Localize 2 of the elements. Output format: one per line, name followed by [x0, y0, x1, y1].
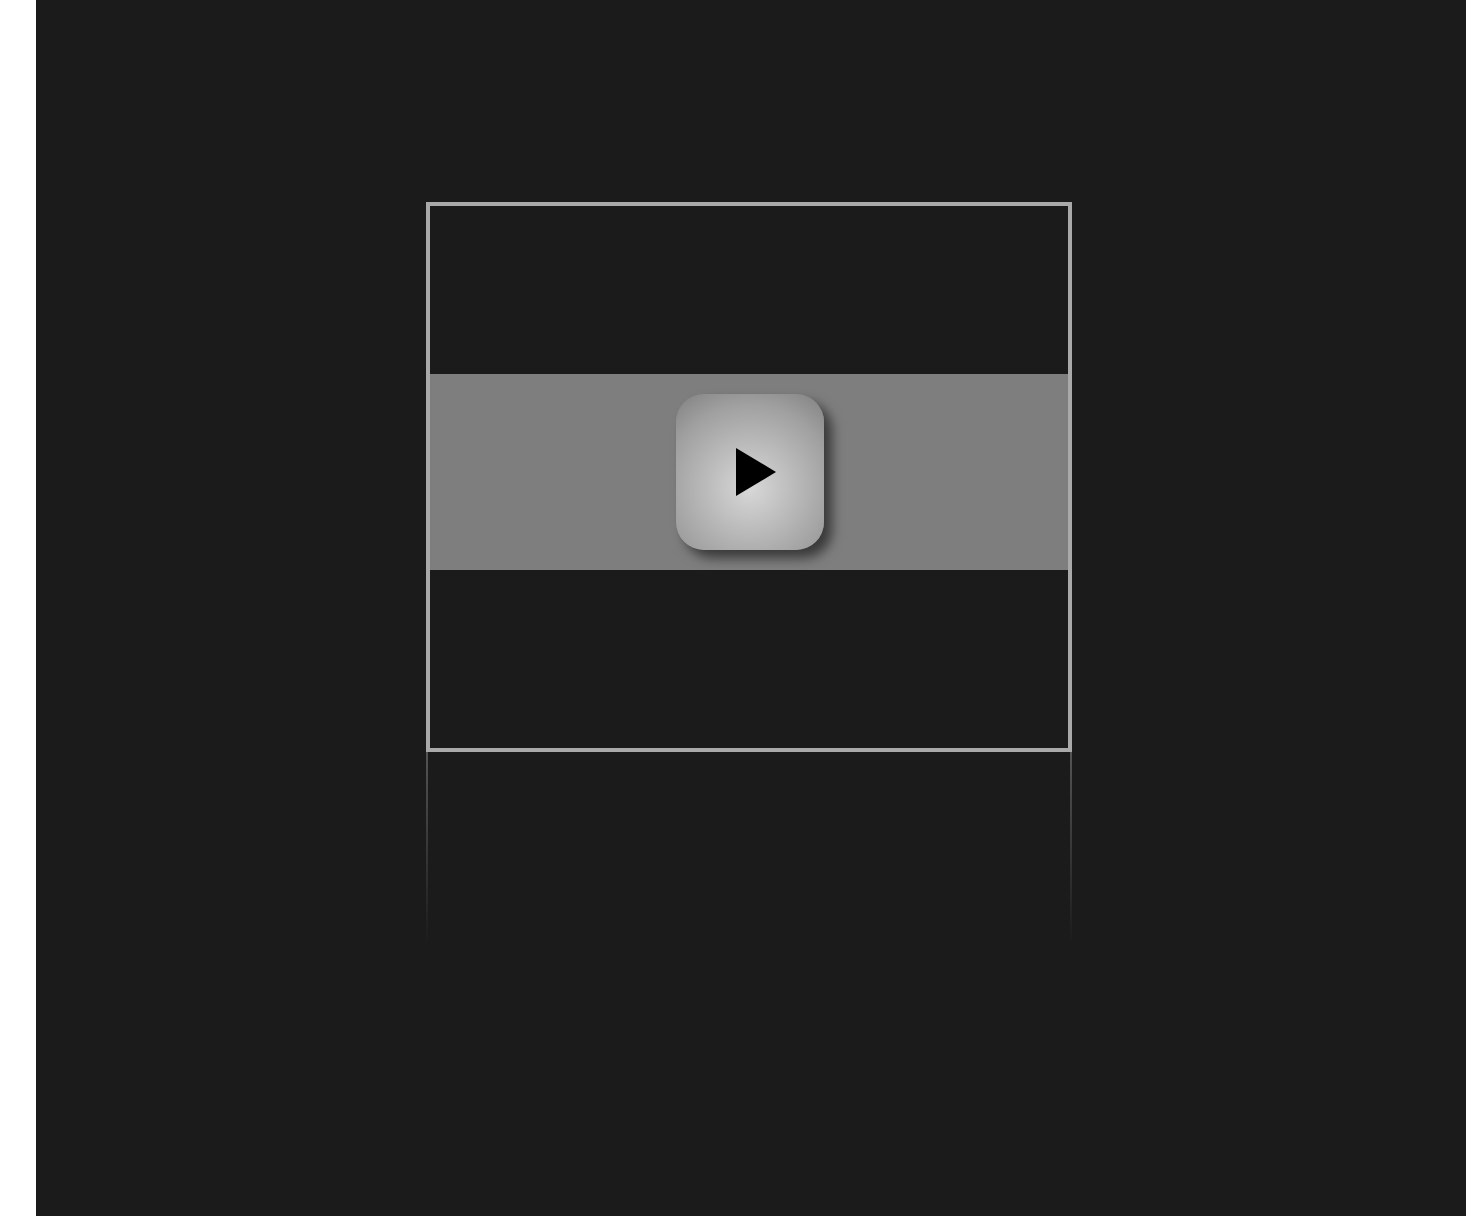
- play-icon: [733, 445, 777, 497]
- play-button[interactable]: [675, 393, 823, 549]
